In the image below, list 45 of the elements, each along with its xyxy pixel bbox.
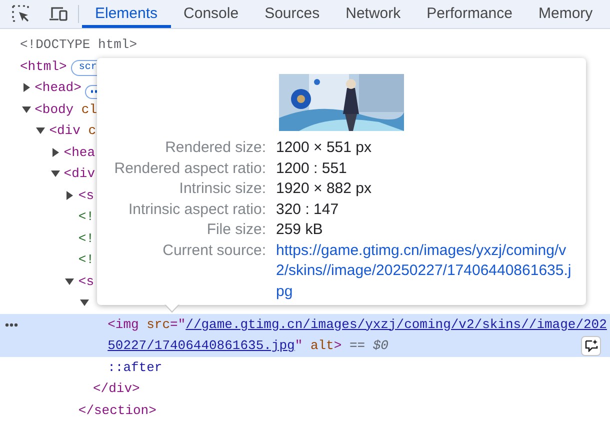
panel-tab[interactable]: Performance xyxy=(414,0,526,28)
dom-node[interactable]: ::after xyxy=(108,356,162,378)
dom-node[interactable]: <s xyxy=(78,270,94,292)
dom-node[interactable]: <head> xyxy=(34,77,82,98)
property-value: 320 : 147 xyxy=(276,200,340,220)
property-label: Intrinsic size: xyxy=(178,179,266,199)
more-icon[interactable] xyxy=(5,322,18,326)
dom-node[interactable]: <hea xyxy=(64,142,96,163)
panel-tab[interactable]: Sources xyxy=(252,0,333,28)
dom-node[interactable]: <!DOCTYPE html> xyxy=(20,34,138,56)
property-label: Intrinsic aspect ratio: xyxy=(127,200,266,220)
panel-tab[interactable]: Memory xyxy=(526,0,606,28)
dom-node[interactable]: <div xyxy=(64,163,96,184)
caret-right-icon[interactable] xyxy=(65,190,74,200)
caret-down-icon[interactable] xyxy=(65,276,74,286)
dom-node[interactable]: <! xyxy=(78,206,94,228)
caret-down-icon[interactable] xyxy=(80,298,89,307)
dom-node[interactable]: <! xyxy=(78,249,94,270)
property-label: Rendered aspect ratio: xyxy=(113,158,266,178)
caret-right-icon[interactable] xyxy=(50,148,60,156)
property-value: 1920 × 882 px xyxy=(276,179,373,199)
dom-node[interactable]: <s xyxy=(78,184,94,206)
caret-down-icon[interactable] xyxy=(36,126,46,135)
property-value: 1200 : 551 xyxy=(276,158,348,178)
property-value: 259 kB xyxy=(276,220,324,240)
source-link[interactable]: https://game.gtimg.cn/images/yxzj/coming/v2/skins//image/20250227/17406440861635.jpg xyxy=(276,240,572,302)
panel-tab[interactable]: Elements xyxy=(82,0,171,28)
dom-node[interactable]: <body cl xyxy=(34,98,98,120)
property-label: Current source: xyxy=(162,240,266,260)
caret-down-icon[interactable] xyxy=(50,169,60,178)
property-label: File size: xyxy=(206,220,266,240)
panel-tab[interactable]: Network xyxy=(332,0,414,28)
device-toolbar-icon[interactable] xyxy=(48,4,68,24)
closing-tag: </div> xyxy=(93,381,140,396)
closing-tag: </section> xyxy=(78,402,156,418)
property-value: 1200 × 551 px xyxy=(276,138,373,158)
dom-node[interactable]: <html> xyxy=(20,56,67,77)
dom-node[interactable]: <! xyxy=(78,228,94,249)
caret-right-icon[interactable] xyxy=(22,83,31,92)
panel-tab[interactable]: Console xyxy=(170,0,252,28)
ai-assistance-button[interactable] xyxy=(581,336,601,356)
inspect-element-icon[interactable] xyxy=(11,4,31,24)
dom-node[interactable]: <div c xyxy=(49,120,96,142)
caret-down-icon[interactable] xyxy=(22,104,31,114)
property-label: Rendered size: xyxy=(164,138,266,158)
